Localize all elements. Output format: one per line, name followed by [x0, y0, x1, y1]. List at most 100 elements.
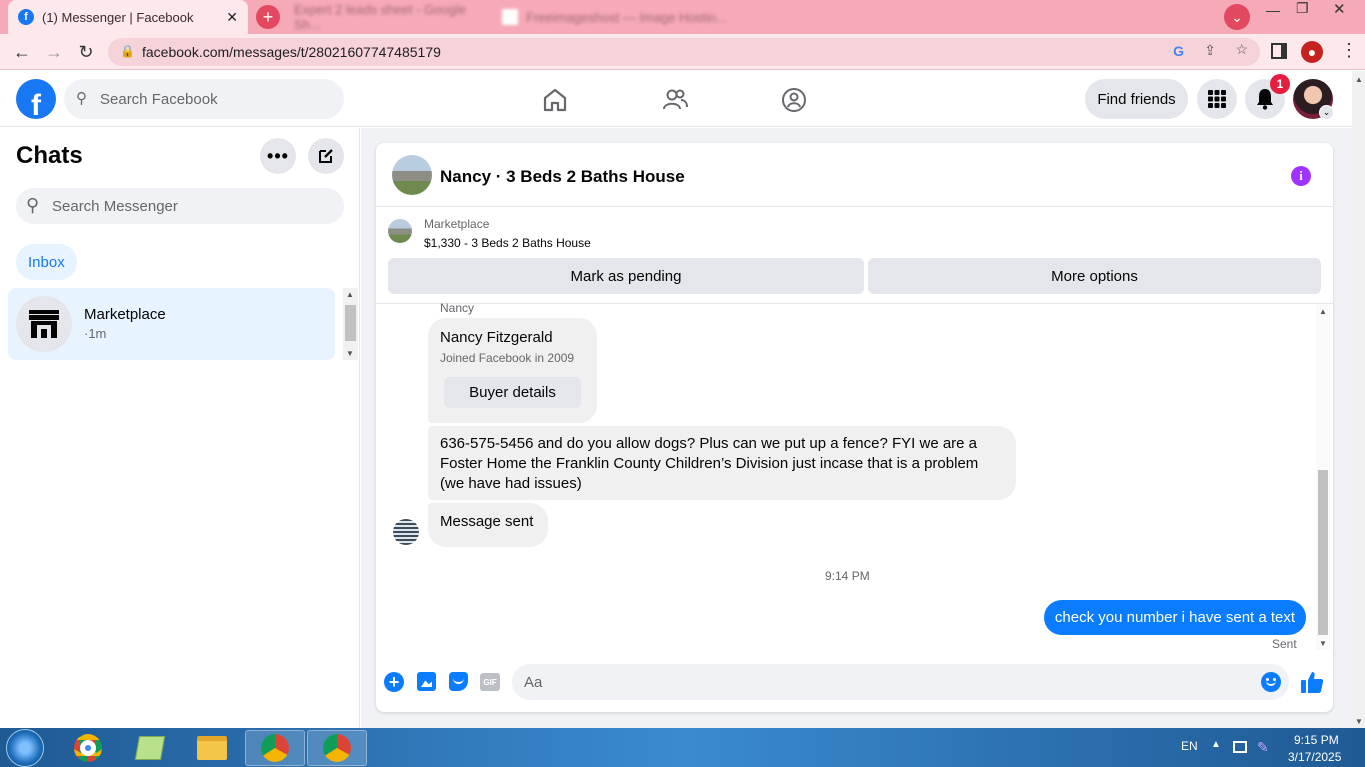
url-text: facebook.com/messages/t/2802160774748517… — [142, 44, 441, 60]
language-indicator[interactable]: EN — [1181, 739, 1198, 753]
forward-button[interactable]: → — [42, 40, 66, 64]
message-input[interactable]: Aa — [512, 664, 1289, 700]
notification-badge: 1 — [1270, 74, 1290, 94]
like-thumbs-up-icon[interactable] — [1300, 670, 1324, 694]
facebook-favicon-icon: f — [18, 9, 34, 25]
search-icon: ⚲ — [76, 90, 87, 107]
new-tab-button[interactable]: + — [256, 5, 280, 29]
taskbar-chrome[interactable] — [58, 730, 118, 766]
profile-joined: Joined Facebook in 2009 — [440, 351, 575, 365]
sender-avatar[interactable] — [393, 519, 419, 545]
url-field[interactable]: 🔒 facebook.com/messages/t/28021607747485… — [108, 38, 1260, 66]
chrome-profile-icon — [323, 734, 351, 762]
profile-card: Nancy Fitzgerald Joined Facebook in 2009… — [428, 318, 597, 423]
more-options-button[interactable]: More options — [868, 258, 1321, 294]
google-icon[interactable]: G — [1173, 43, 1184, 59]
taskbar-sticky-notes[interactable] — [120, 730, 180, 766]
conversation-panel: Nancy · 3 Beds 2 Baths House i Marketpla… — [376, 143, 1333, 712]
profile-name[interactable]: Nancy Fitzgerald — [440, 328, 553, 348]
chat-list-scrollbar[interactable]: ▲ ▼ — [343, 288, 358, 360]
listing-title[interactable]: $1,330 - 3 Beds 2 Baths House — [424, 236, 591, 250]
facebook-logo-icon[interactable]: f — [16, 79, 56, 119]
buyer-details-button[interactable]: Buyer details — [444, 377, 581, 408]
minimize-button[interactable]: — — [1266, 2, 1280, 18]
close-tab-icon[interactable]: ✕ — [226, 9, 238, 26]
message-bubble: 636-575-5456 and do you allow dogs? Plus… — [428, 426, 1016, 500]
message-text: check you number i have sent a text — [1054, 609, 1296, 626]
message-bubble: Message sent — [428, 503, 548, 547]
menu-grid-icon[interactable] — [1197, 79, 1237, 119]
messenger-search-input[interactable]: ⚲ Search Messenger — [16, 188, 344, 224]
message-timestamp: 9:14 PM — [825, 569, 870, 583]
side-panel-icon[interactable] — [1271, 43, 1287, 59]
folder-icon — [197, 736, 227, 760]
conversation-header: Nancy · 3 Beds 2 Baths House i — [376, 143, 1333, 207]
find-friends-button[interactable]: Find friends — [1085, 79, 1188, 119]
notes-icon — [134, 736, 166, 760]
pen-icon[interactable]: ✎ — [1257, 739, 1269, 756]
chat-list-item[interactable]: Marketplace ·1m — [8, 288, 335, 360]
info-icon[interactable]: i — [1291, 166, 1311, 186]
clock-time[interactable]: 9:15 PM — [1294, 733, 1339, 747]
chrome-icon — [261, 734, 289, 762]
friends-icon[interactable] — [661, 86, 689, 114]
back-button[interactable]: ← — [10, 40, 34, 64]
account-chevron-icon[interactable]: ⌄ — [1319, 105, 1334, 120]
attach-photo-icon[interactable] — [417, 672, 436, 691]
listing-thumbnail[interactable] — [388, 219, 412, 243]
message-status: Sent — [1272, 637, 1297, 651]
tab-imagehost[interactable]: Freeimageshost — Image Hostin... — [492, 0, 732, 34]
clock-date[interactable]: 3/17/2025 — [1288, 750, 1341, 764]
windows-taskbar: EN ▲ ✎ 9:15 PM 3/17/2025 — [0, 728, 1365, 767]
reload-button[interactable]: ↻ — [74, 40, 98, 64]
new-message-icon[interactable] — [308, 138, 344, 174]
groups-icon[interactable] — [780, 86, 808, 114]
more-actions-icon[interactable]: + — [384, 672, 404, 692]
taskbar-chrome-window-1[interactable] — [245, 730, 305, 766]
my-message-bubble: check you number i have sent a text — [1044, 600, 1306, 635]
search-icon: ⚲ — [26, 195, 40, 215]
close-window-button[interactable]: ✕ — [1333, 0, 1346, 18]
emoji-icon[interactable] — [1261, 672, 1281, 692]
home-icon[interactable] — [541, 86, 569, 114]
facebook-header: f ⚲ Search Facebook Find friends 1 ⌄ — [0, 71, 1352, 127]
tray-arrow-icon[interactable]: ▲ — [1211, 739, 1221, 750]
inbox-tab[interactable]: Inbox — [16, 244, 77, 280]
options-more-icon[interactable]: ••• — [260, 138, 296, 174]
browser-tab-bar: f (1) Messenger | Facebook ✕ + Expert 2 … — [0, 0, 1365, 34]
facebook-search-input[interactable]: ⚲ Search Facebook — [64, 79, 344, 119]
tab-search-button[interactable]: ⌄ — [1224, 4, 1250, 30]
chrome-menu-icon[interactable]: ⋮ — [1340, 40, 1358, 61]
search-placeholder: Search Messenger — [52, 197, 178, 215]
listing-source: Marketplace — [424, 217, 490, 231]
sticker-icon[interactable] — [449, 672, 468, 691]
page-favicon-icon — [502, 9, 518, 25]
tab-title: Expert 2 leads sheet - Google Sh... — [294, 2, 466, 32]
start-button[interactable] — [6, 729, 44, 767]
lock-icon: 🔒 — [120, 44, 135, 58]
chats-sidebar: Chats ••• ⚲ Search Messenger Inbox Marke… — [0, 128, 360, 728]
taskbar-explorer[interactable] — [182, 730, 242, 766]
search-placeholder: Search Facebook — [100, 90, 218, 108]
message-text: 636-575-5456 and do you allow dogs? Plus… — [440, 435, 979, 492]
chrome-icon — [74, 734, 102, 762]
taskbar-chrome-window-2[interactable] — [307, 730, 367, 766]
message-input-placeholder: Aa — [524, 673, 543, 691]
page-scrollbar[interactable]: ▲ ▼ — [1352, 71, 1365, 728]
marketplace-store-icon — [16, 296, 72, 352]
messages-scrollbar[interactable]: ▲ ▼ — [1316, 305, 1330, 650]
tab-sheets[interactable]: Expert 2 leads sheet - Google Sh... — [284, 0, 484, 34]
tab-title: (1) Messenger | Facebook — [42, 9, 194, 25]
bookmark-star-icon[interactable]: ☆ — [1235, 41, 1248, 58]
gif-icon[interactable]: GIF — [480, 673, 500, 691]
share-icon[interactable]: ⇪ — [1204, 42, 1216, 59]
profile-icon[interactable]: ● — [1301, 41, 1323, 63]
restore-button[interactable]: ❐ — [1296, 0, 1309, 17]
address-bar-row: ← → ↻ 🔒 facebook.com/messages/t/28021607… — [0, 34, 1365, 70]
mark-as-pending-button[interactable]: Mark as pending — [388, 258, 864, 294]
tab-messenger[interactable]: f (1) Messenger | Facebook ✕ — [8, 0, 248, 34]
action-center-icon[interactable] — [1233, 741, 1247, 753]
conversation-title[interactable]: Nancy · 3 Beds 2 Baths House — [440, 167, 685, 187]
house-thumbnail[interactable] — [392, 155, 432, 195]
divider — [376, 303, 1333, 304]
